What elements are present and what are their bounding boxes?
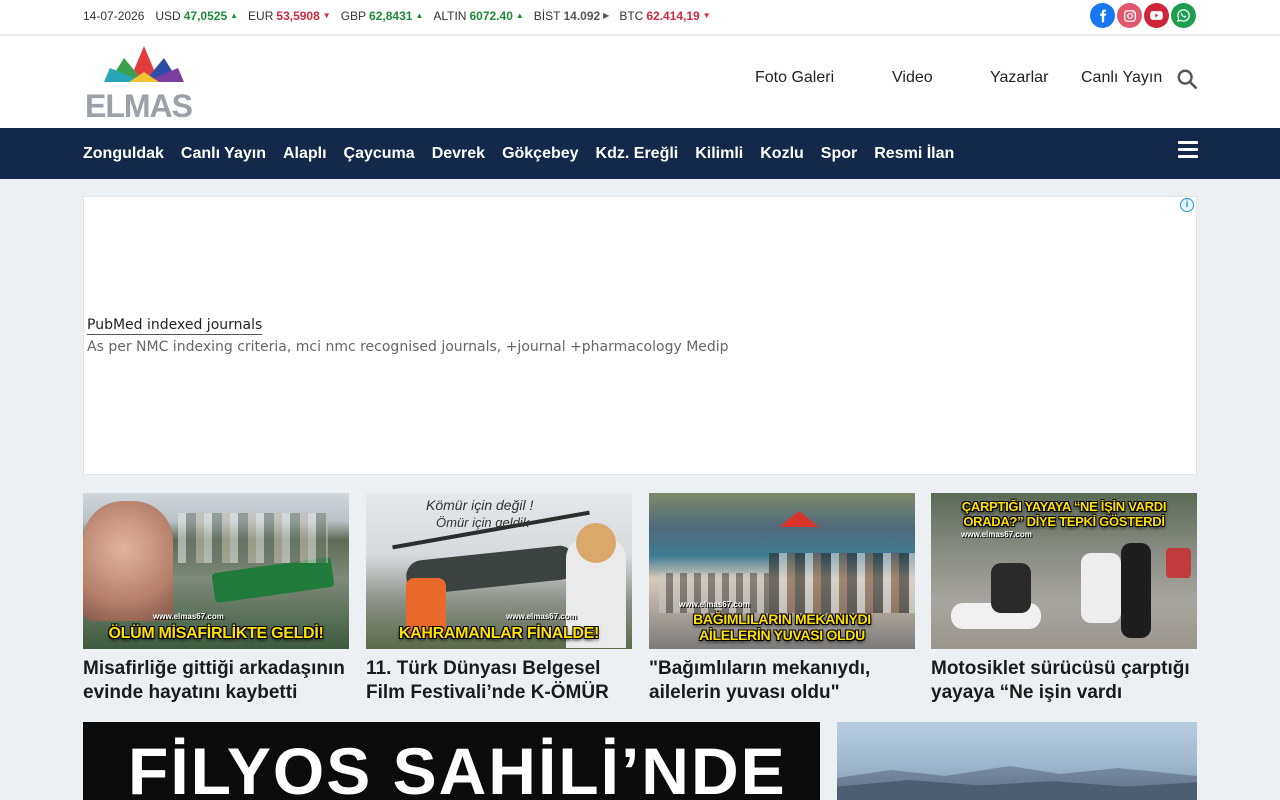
- ad-description: As per NMC indexing criteria, mci nmc re…: [87, 339, 729, 355]
- facebook-icon[interactable]: [1090, 3, 1115, 28]
- arrow-up-icon: ▲: [230, 11, 239, 20]
- news-title[interactable]: Motosiklet sürücüsü çarptığı yayaya “Ne …: [931, 657, 1197, 705]
- nav-photo-gallery[interactable]: Foto Galeri: [755, 69, 834, 87]
- nav-gokcebey[interactable]: Gökçebey: [502, 145, 578, 163]
- news-card[interactable]: Kömür için değil ! Ömür için geldik www.…: [366, 493, 632, 705]
- news-image[interactable]: www.elmas67.com ÖLÜM MİSAFİRLİKTE GELDİ!: [83, 493, 349, 649]
- instagram-icon[interactable]: [1117, 3, 1142, 28]
- social-links: [1090, 3, 1196, 28]
- news-image-caption: ÖLÜM MİSAFİRLİKTE GELDİ!: [108, 625, 324, 642]
- logo-wordmark: ELMAS: [85, 88, 193, 124]
- news-watermark: www.elmas67.com: [961, 530, 1032, 539]
- nav-kozlu[interactable]: Kozlu: [760, 145, 804, 163]
- info-icon[interactable]: i: [1180, 198, 1194, 212]
- hamburger-menu-icon[interactable]: [1178, 141, 1198, 159]
- main-nav-items: Zonguldak Canlı Yayın Alaplı Çaycuma Dev…: [83, 128, 954, 179]
- top-bar: 14-07-2026 USD 47,0525 ▲ EUR 53,5908 ▼ GBP 62…: [0, 0, 1280, 35]
- arrow-up-icon: ▲: [415, 11, 424, 20]
- news-watermark: www.elmas67.com: [153, 612, 224, 621]
- news-card[interactable]: www.elmas67.com ÖLÜM MİSAFİRLİKTE GELDİ!…: [83, 493, 349, 705]
- main-nav: Zonguldak Canlı Yayın Alaplı Çaycuma Dev…: [0, 128, 1280, 179]
- ticker-eur[interactable]: EUR 53,5908 ▼: [248, 9, 331, 23]
- ad-banner[interactable]: i PubMed indexed journals As per NMC ind…: [83, 196, 1197, 475]
- ad-title[interactable]: PubMed indexed journals: [87, 316, 263, 335]
- logo-diamond-icon: [104, 46, 184, 82]
- site-header: ELMAS Foto Galeri Video Yazarlar Canlı Y…: [0, 36, 1280, 128]
- search-icon[interactable]: [1176, 68, 1198, 95]
- news-title[interactable]: 11. Türk Dünyası Belgesel Film Festivali…: [366, 657, 632, 705]
- nav-devrek[interactable]: Devrek: [432, 145, 485, 163]
- news-card[interactable]: www.elmas67.com ÇARPTIĞI YAYAYA “NE İŞİN…: [931, 493, 1197, 705]
- news-card[interactable]: www.elmas67.com BAĞIMLILARIN MEKANIYDI A…: [649, 493, 915, 705]
- whatsapp-icon[interactable]: [1171, 3, 1196, 28]
- nav-kdz-eregli[interactable]: Kdz. Ereğli: [596, 145, 679, 163]
- nav-official-notices[interactable]: Resmi İlan: [874, 145, 954, 163]
- arrow-down-icon: ▼: [702, 11, 711, 20]
- arrow-right-icon: ▶: [603, 11, 610, 20]
- site-logo[interactable]: ELMAS: [84, 44, 206, 124]
- youtube-icon[interactable]: [1144, 3, 1169, 28]
- arrow-up-icon: ▲: [515, 11, 524, 20]
- news-watermark: www.elmas67.com: [506, 612, 577, 621]
- ticker-btc[interactable]: BTC 62.414,19 ▼: [619, 9, 710, 23]
- news-image-caption: KAHRAMANLAR FİNALDE!: [398, 625, 600, 642]
- nav-live[interactable]: Canlı Yayın: [1081, 69, 1162, 87]
- news-image-caption: ÇARPTIĞI YAYAYA “NE İŞİN VARDI ORADA?” D…: [961, 499, 1167, 529]
- headline-banner[interactable]: FİLYOS SAHİLİ’NDE: [83, 722, 820, 800]
- nav-live-stream[interactable]: Canlı Yayın: [181, 145, 266, 163]
- current-date: 14-07-2026: [83, 8, 145, 23]
- ticker-gold[interactable]: ALTIN 6072.40 ▲: [433, 9, 523, 23]
- nav-zonguldak[interactable]: Zonguldak: [83, 145, 164, 163]
- news-image[interactable]: www.elmas67.com ÇARPTIĞI YAYAYA “NE İŞİN…: [931, 493, 1197, 649]
- arrow-down-icon: ▼: [322, 11, 331, 20]
- nav-sport[interactable]: Spor: [821, 145, 857, 163]
- banner-headline: FİLYOS SAHİLİ’NDE: [128, 734, 787, 800]
- market-ticker: 14-07-2026 USD 47,0525 ▲ EUR 53,5908 ▼ GBP 62…: [83, 0, 721, 31]
- nav-caycuma[interactable]: Çaycuma: [344, 145, 415, 163]
- ticker-usd[interactable]: USD 47,0525 ▲: [155, 9, 238, 23]
- side-banner-image[interactable]: [837, 722, 1197, 800]
- news-title[interactable]: Misafirliğe gittiği arkadaşının evinde h…: [83, 657, 349, 705]
- news-watermark: www.elmas67.com: [679, 600, 750, 609]
- nav-video[interactable]: Video: [892, 69, 933, 87]
- nav-kilimli[interactable]: Kilimli: [695, 145, 743, 163]
- nav-alapli[interactable]: Alaplı: [283, 145, 327, 163]
- nav-writers[interactable]: Yazarlar: [990, 69, 1048, 87]
- ticker-bist[interactable]: BİST 14.092 ▶: [534, 9, 610, 23]
- news-image-caption: BAĞIMLILARIN MEKANIYDI AİLELERİN YUVASI …: [693, 611, 871, 643]
- news-image[interactable]: Kömür için değil ! Ömür için geldik www.…: [366, 493, 632, 649]
- ticker-gbp[interactable]: GBP 62,8431 ▲: [341, 9, 424, 23]
- news-image[interactable]: www.elmas67.com BAĞIMLILARIN MEKANIYDI A…: [649, 493, 915, 649]
- news-title[interactable]: "Bağımlıların mekanıydı, ailelerin yuvas…: [649, 657, 915, 705]
